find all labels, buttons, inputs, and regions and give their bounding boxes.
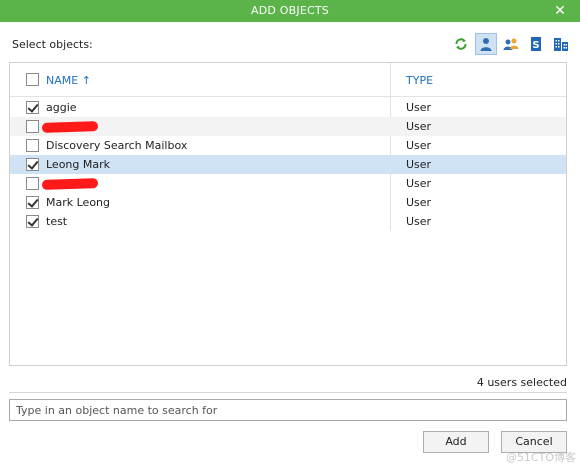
row-checkbox[interactable] bbox=[26, 120, 39, 133]
row-checkbox[interactable] bbox=[26, 177, 39, 190]
row-type: User bbox=[406, 215, 432, 228]
row-checkbox[interactable] bbox=[26, 158, 39, 171]
row-checkbox[interactable] bbox=[26, 215, 39, 228]
row-type: User bbox=[406, 158, 432, 171]
column-header-name-label: NAME bbox=[46, 74, 79, 87]
refresh-icon[interactable] bbox=[450, 33, 472, 55]
redaction-mark bbox=[41, 178, 99, 190]
row-checkbox[interactable] bbox=[26, 101, 39, 114]
row-checkbox[interactable] bbox=[26, 139, 39, 152]
selection-count: 4 users selected bbox=[476, 376, 567, 389]
row-name: aggie bbox=[46, 101, 77, 114]
select-objects-label: Select objects: bbox=[12, 38, 93, 51]
table-row[interactable]: Leong Mark User bbox=[10, 155, 566, 174]
row-name: Discovery Search Mailbox bbox=[46, 139, 188, 152]
row-type: User bbox=[406, 101, 432, 114]
search-input[interactable] bbox=[9, 399, 567, 421]
table-row[interactable]: Mark Leong User bbox=[10, 193, 566, 212]
row-name: Leong Mark bbox=[46, 158, 111, 171]
row-type: User bbox=[406, 139, 432, 152]
table-row[interactable]: test User bbox=[10, 212, 566, 231]
sharepoint-icon[interactable]: S bbox=[525, 33, 547, 55]
objects-table: NAME ↑ TYPE aggie User User Discovery Se… bbox=[9, 62, 567, 366]
row-type: User bbox=[406, 120, 432, 133]
row-type: User bbox=[406, 177, 432, 190]
row-name: test bbox=[46, 215, 68, 228]
building-icon[interactable] bbox=[550, 33, 572, 55]
add-button[interactable]: Add bbox=[423, 431, 489, 453]
column-header-type[interactable]: TYPE bbox=[406, 74, 433, 87]
table-row[interactable]: Discovery Search Mailbox User bbox=[10, 136, 566, 155]
user-icon[interactable] bbox=[475, 33, 497, 55]
group-icon[interactable] bbox=[500, 33, 522, 55]
sort-ascending-icon: ↑ bbox=[81, 74, 91, 87]
row-name: Mark Leong bbox=[46, 196, 111, 209]
object-type-toolbar: S bbox=[450, 33, 572, 55]
table-row[interactable]: User bbox=[10, 174, 566, 193]
table-row[interactable]: aggie User bbox=[10, 98, 566, 117]
row-type: User bbox=[406, 196, 432, 209]
dialog-title: ADD OBJECTS bbox=[251, 4, 329, 17]
select-all-checkbox[interactable] bbox=[26, 73, 39, 86]
divider bbox=[9, 392, 567, 393]
redaction-mark bbox=[41, 121, 99, 133]
dialog-title-bar: ADD OBJECTS ✕ bbox=[0, 0, 580, 22]
close-icon[interactable]: ✕ bbox=[554, 0, 566, 22]
svg-text:S: S bbox=[532, 40, 539, 51]
column-header-name[interactable]: NAME ↑ bbox=[46, 74, 91, 87]
table-header: NAME ↑ TYPE bbox=[10, 63, 566, 97]
watermark: @51CTO博客 bbox=[505, 451, 576, 464]
table-row[interactable]: User bbox=[10, 117, 566, 136]
row-checkbox[interactable] bbox=[26, 196, 39, 209]
